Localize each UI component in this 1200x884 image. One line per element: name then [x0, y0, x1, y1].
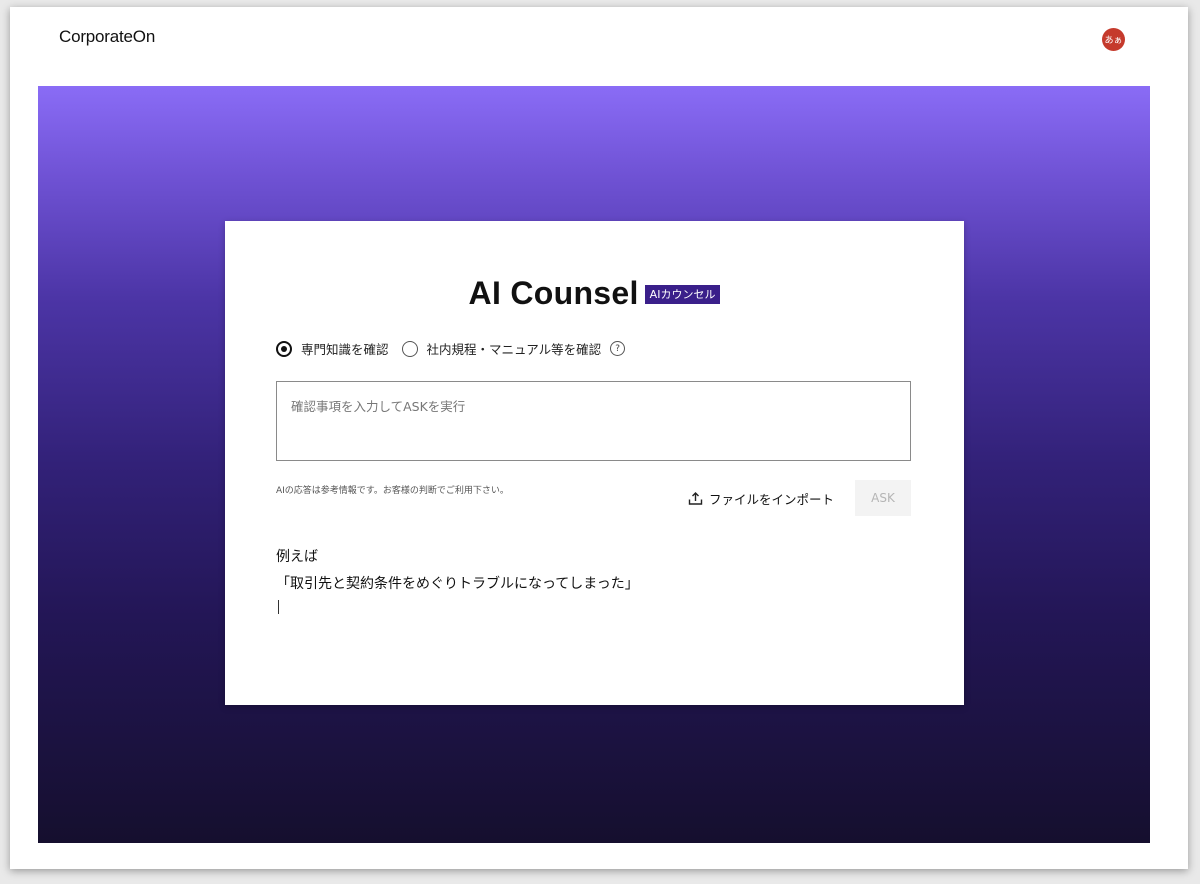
example-text: 「取引先と契約条件をめぐりトラブルになってしまった」 [276, 576, 639, 592]
hero-background: AI Counsel AIカウンセル 専門知識を確認 社内規程・マニュアル等を確… [38, 86, 1150, 843]
text-cursor [278, 600, 279, 614]
app-window: CorporateOn あぁ AI Counsel AIカウンセル 専門知識を確… [10, 7, 1188, 869]
import-file-button[interactable]: ファイルをインポート [688, 489, 834, 508]
question-circle-icon[interactable]: ? [610, 341, 626, 356]
user-avatar[interactable]: あぁ [1102, 28, 1125, 51]
mode-option-label: 社内規程・マニュアル等を確認 [426, 342, 602, 357]
radio-selected-icon[interactable] [276, 340, 292, 357]
import-file-label: ファイルをインポート [709, 492, 835, 507]
mode-option-expert-knowledge[interactable]: 専門知識を確認 [276, 339, 389, 358]
ai-counsel-card: AI Counsel AIカウンセル 専門知識を確認 社内規程・マニュアル等を確… [225, 221, 964, 705]
title-row: AI Counsel AIカウンセル [225, 275, 964, 312]
query-input[interactable]: 確認事項を入力してASKを実行 [276, 381, 911, 461]
ai-disclaimer: AIの応答は参考情報です。お客様の判断でご利用下さい。 [276, 486, 509, 496]
app-logo[interactable]: CorporateOn [59, 27, 155, 47]
mode-option-label: 専門知識を確認 [301, 342, 389, 357]
query-placeholder: 確認事項を入力してASKを実行 [291, 399, 466, 414]
ask-button[interactable]: ASK [855, 480, 911, 516]
title-badge: AIカウンセル [644, 285, 721, 304]
upload-icon [688, 492, 703, 505]
example-heading: 例えば [276, 549, 318, 565]
mode-selector: 専門知識を確認 社内規程・マニュアル等を確認 ? [276, 339, 626, 358]
top-bar: CorporateOn あぁ [10, 7, 1188, 86]
page-title: AI Counsel [468, 275, 639, 311]
example-block: 例えば 「取引先と契約条件をめぐりトラブルになってしまった」 [276, 544, 639, 598]
mode-option-internal-rules[interactable]: 社内規程・マニュアル等を確認 [401, 339, 602, 358]
radio-unselected-icon[interactable] [401, 340, 418, 357]
